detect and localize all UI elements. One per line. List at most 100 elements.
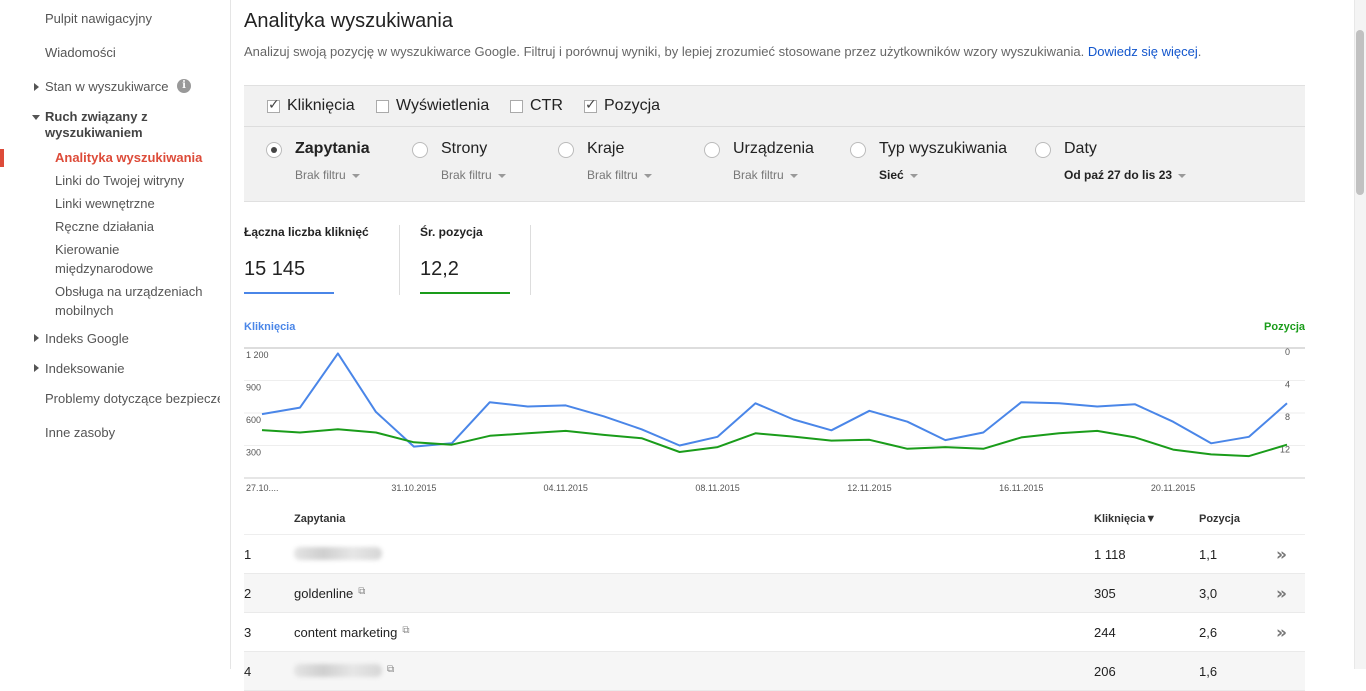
scrollbar-thumb[interactable] — [1356, 30, 1364, 195]
avg-position-stat[interactable]: Śr. pozycja 12,2 — [420, 225, 483, 239]
sidebar-item-search-traffic-line2: wyszukiwaniem — [45, 125, 148, 141]
devices-filter-dropdown[interactable]: Brak filtru — [733, 168, 798, 182]
metric-clicks-label[interactable]: Kliknięcia — [287, 97, 355, 115]
row-number: 4 — [244, 664, 251, 679]
double-chevron-right-icon[interactable]: » — [1276, 584, 1287, 604]
series-line-kliknięcia — [262, 353, 1287, 446]
position-cell: 2,6 — [1199, 625, 1217, 640]
position-color-line — [420, 292, 510, 294]
metric-ctr-label[interactable]: CTR — [530, 97, 563, 115]
table-row[interactable]: 1 1 118 1,1 » — [244, 535, 1305, 574]
right-tick-label: 4 — [1285, 380, 1290, 390]
right-tick-label: 8 — [1285, 412, 1290, 422]
devices-radio[interactable] — [704, 142, 720, 158]
left-axis-title: Kliknięcia — [244, 321, 296, 333]
queries-radio[interactable] — [266, 142, 282, 158]
sidebar-subitem-internal-links[interactable]: Linki wewnętrzne — [55, 194, 155, 213]
pages-filter-dropdown[interactable]: Brak filtru — [441, 168, 506, 182]
sidebar-subitem-mobile-usability[interactable]: Obsługa na urządzeniach mobilnych — [55, 282, 202, 320]
sidebar-item-messages[interactable]: Wiadomości — [45, 45, 116, 60]
expand-arrow-icon[interactable] — [34, 364, 39, 372]
sidebar: Pulpit nawigacyjny Wiadomości Stan w wys… — [0, 0, 231, 669]
total-clicks-stat[interactable]: Łączna liczba kliknięć 15 145 — [244, 225, 369, 239]
external-link-icon[interactable]: ⧉ — [358, 586, 365, 597]
chevron-down-icon — [1178, 174, 1186, 178]
dimension-search-type-label[interactable]: Typ wyszukiwania — [879, 140, 1007, 158]
pages-filter-value: Brak filtru — [441, 168, 492, 182]
series-line-pozycja — [262, 429, 1287, 456]
stat-divider — [530, 225, 531, 295]
pages-radio[interactable] — [412, 142, 428, 158]
dimension-pages-label[interactable]: Strony — [441, 140, 487, 158]
sidebar-subitem-manual-actions[interactable]: Ręczne działania — [55, 217, 154, 236]
x-tick-label: 08.11.2015 — [695, 483, 739, 493]
metric-impressions-label[interactable]: Wyświetlenia — [396, 97, 489, 115]
search-type-radio[interactable] — [850, 142, 866, 158]
sidebar-item-dashboard[interactable]: Pulpit nawigacyjny — [45, 11, 152, 26]
impressions-checkbox[interactable] — [376, 100, 389, 113]
sidebar-item-google-index[interactable]: Indeks Google — [45, 331, 129, 346]
dimension-devices-label[interactable]: Urządzenia — [733, 140, 814, 158]
x-tick-label: 31.10.2015 — [391, 483, 436, 493]
dates-filter-value: Od paź 27 do lis 23 — [1064, 168, 1172, 182]
countries-filter-value: Brak filtru — [587, 168, 638, 182]
learn-more-link[interactable]: Dowiedz się więcej — [1088, 44, 1198, 59]
dimension-dates-label[interactable]: Daty — [1064, 140, 1097, 158]
header-position[interactable]: Pozycja — [1199, 513, 1240, 525]
expand-arrow-icon[interactable] — [34, 83, 39, 91]
query-cell[interactable]: ⧉ — [294, 664, 394, 680]
clicks-cell: 206 — [1094, 664, 1116, 679]
query-cell[interactable]: content marketing⧉ — [294, 625, 409, 640]
query-cell[interactable] — [294, 547, 382, 563]
mobile-usability-line2: mobilnych — [55, 301, 202, 320]
blurred-query — [294, 664, 382, 677]
left-tick-label: 300 — [246, 448, 261, 458]
chevron-down-icon — [498, 174, 506, 178]
double-chevron-right-icon[interactable]: » — [1276, 623, 1287, 643]
external-link-icon[interactable]: ⧉ — [387, 664, 394, 675]
table-row[interactable]: 4 ⧉ 206 1,6 — [244, 652, 1305, 691]
position-cell: 3,0 — [1199, 586, 1217, 601]
sidebar-item-search-appearance[interactable]: Stan w wyszukiwarce — [45, 79, 169, 94]
left-tick-label: 1 200 — [246, 350, 269, 360]
clicks-checkbox[interactable] — [267, 100, 280, 113]
right-tick-label: 0 — [1285, 347, 1290, 357]
sidebar-subitem-search-analytics[interactable]: Analityka wyszukiwania — [55, 148, 202, 167]
countries-radio[interactable] — [558, 142, 574, 158]
results-table: Zapytania Kliknięcia▼ Pozycja 1 1 118 1,… — [244, 502, 1305, 691]
sidebar-subitem-links-to-site[interactable]: Linki do Twojej witryny — [55, 171, 184, 190]
dimension-countries-label[interactable]: Kraje — [587, 140, 624, 158]
queries-filter-dropdown[interactable]: Brak filtru — [295, 168, 360, 182]
expand-arrow-icon[interactable] — [34, 334, 39, 342]
double-chevron-right-icon[interactable]: » — [1276, 545, 1287, 565]
sidebar-item-other-resources[interactable]: Inne zasoby — [45, 425, 115, 440]
collapse-arrow-icon[interactable] — [32, 115, 40, 120]
table-row[interactable]: 3 content marketing⧉ 244 2,6 » — [244, 613, 1305, 652]
chart: KliknięciaPozycja1 2009006003000481227.1… — [244, 318, 1305, 502]
chevron-down-icon — [790, 174, 798, 178]
sidebar-item-crawl[interactable]: Indeksowanie — [45, 361, 125, 376]
position-cell: 1,1 — [1199, 547, 1217, 562]
info-icon[interactable]: i — [177, 79, 191, 93]
scrollbar[interactable] — [1354, 0, 1366, 669]
dates-filter-dropdown[interactable]: Od paź 27 do lis 23 — [1064, 168, 1186, 182]
avg-position-label: Śr. pozycja — [420, 225, 483, 239]
total-clicks-value: 15 145 — [244, 258, 305, 281]
header-queries[interactable]: Zapytania — [294, 513, 345, 525]
line-chart: KliknięciaPozycja1 2009006003000481227.1… — [244, 318, 1305, 502]
external-link-icon[interactable]: ⧉ — [402, 625, 409, 636]
dates-radio[interactable] — [1035, 142, 1051, 158]
query-cell[interactable]: goldenline⧉ — [294, 586, 365, 601]
sidebar-subitem-international-targeting[interactable]: Kierowanie międzynarodowe — [55, 240, 153, 278]
dimension-queries-label[interactable]: Zapytania — [295, 140, 370, 158]
countries-filter-dropdown[interactable]: Brak filtru — [587, 168, 652, 182]
search-type-filter-dropdown[interactable]: Sieć — [879, 168, 918, 182]
sidebar-item-security-issues[interactable]: Problemy dotyczące bezpieczeństwa — [45, 391, 220, 406]
stat-divider — [399, 225, 400, 295]
table-row[interactable]: 2 goldenline⧉ 305 3,0 » — [244, 574, 1305, 613]
position-checkbox[interactable] — [584, 100, 597, 113]
header-clicks[interactable]: Kliknięcia▼ — [1094, 513, 1156, 525]
ctr-checkbox[interactable] — [510, 100, 523, 113]
metric-position-label[interactable]: Pozycja — [604, 97, 660, 115]
sidebar-item-search-traffic[interactable]: Ruch związany z wyszukiwaniem — [45, 109, 148, 141]
